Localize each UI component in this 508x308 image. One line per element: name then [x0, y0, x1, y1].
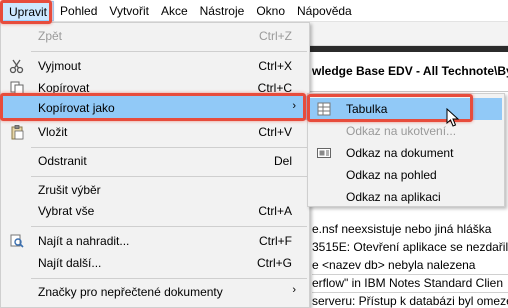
mouse-cursor-icon — [446, 107, 460, 128]
scissors-icon — [9, 58, 25, 74]
menu-pohled[interactable]: Pohled — [54, 1, 103, 21]
document-line[interactable]: erflow" in IBM Notes Standard Clien — [312, 276, 503, 290]
submenu-item-label: Odkaz na aplikaci — [346, 190, 441, 204]
menu-item-find-next[interactable]: Najít další... Ctrl+G — [2, 252, 308, 274]
menu-separator — [31, 278, 307, 279]
document-title: wledge Base EDV - All Technote\By — [312, 64, 508, 78]
menu-separator — [31, 147, 307, 148]
menu-akce[interactable]: Akce — [155, 1, 194, 21]
paste-icon — [9, 124, 25, 140]
submenu-item-doc-link[interactable]: Odkaz na dokument — [310, 142, 502, 164]
menu-item-copy-as[interactable]: Kopírovat jako › — [2, 96, 308, 120]
menu-item-shortcut: Ctrl+X — [258, 59, 292, 73]
submenu-item-table[interactable]: Tabulka — [310, 98, 502, 120]
menu-item-shortcut: Ctrl+F — [259, 234, 292, 248]
menu-item-label: Značky pro nepřečtené dokumenty — [38, 285, 223, 299]
document-line[interactable]: serveru: Přístup k databázi byl omezer — [312, 294, 508, 308]
menu-item-find-replace[interactable]: Najít a nahradit... Ctrl+F — [2, 230, 308, 252]
chevron-right-icon: › — [292, 100, 296, 112]
edit-menu: Zpět Ctrl+Z Vyjmout Ctrl+X Kopírovat Ctr… — [0, 22, 310, 308]
table-icon — [316, 101, 332, 117]
menu-item-shortcut: Ctrl+Z — [259, 29, 292, 43]
menu-nastroje[interactable]: Nástroje — [194, 1, 251, 21]
menu-item-label: Najít další... — [38, 256, 102, 270]
menu-item-label: Zrušit výběr — [38, 183, 101, 197]
menu-item-shortcut: Ctrl+A — [258, 204, 292, 218]
submenu-item-label: Odkaz na pohled — [346, 168, 437, 182]
menu-item-label: Zpět — [38, 29, 63, 43]
menu-item-unread-marks[interactable]: Značky pro nepřečtené dokumenty › — [2, 281, 308, 303]
menu-item-undo[interactable]: Zpět Ctrl+Z — [2, 25, 308, 47]
menu-separator — [31, 51, 307, 52]
submenu-item-view-link[interactable]: Odkaz na pohled — [310, 164, 502, 186]
document-line[interactable]: e <nazev db> nebyla nalezena — [312, 258, 475, 272]
submenu-item-app-link[interactable]: Odkaz na aplikaci — [310, 186, 502, 208]
submenu-item-label: Odkaz na ukotvení... — [346, 124, 457, 138]
menu-item-label: Vložit — [38, 125, 68, 139]
menu-item-shortcut: Ctrl+G — [256, 256, 292, 270]
menu-item-label: Najít a nahradit... — [38, 234, 130, 248]
menu-item-delete[interactable]: Odstranit Del — [2, 150, 308, 172]
menu-item-label: Odstranit — [38, 154, 87, 168]
copy-icon — [9, 80, 25, 96]
menu-item-label: Kopírovat jako — [38, 101, 115, 115]
menu-item-deselect[interactable]: Zrušit výběr — [2, 179, 308, 201]
menu-item-shortcut: Ctrl+C — [257, 81, 292, 95]
divider — [312, 292, 508, 293]
menu-item-cut[interactable]: Vyjmout Ctrl+X — [2, 55, 308, 77]
menu-separator — [31, 176, 307, 177]
document-line[interactable]: e.nsf neexsistuje nebo jiná hláška — [312, 222, 491, 236]
menu-item-paste[interactable]: Vložit Ctrl+V — [2, 121, 308, 143]
submenu-item-label: Tabulka — [346, 102, 388, 116]
submenu-item-label: Odkaz na dokument — [346, 146, 454, 160]
menu-napoveda[interactable]: Nápověda — [291, 1, 358, 21]
menu-item-label: Vybrat vše — [38, 204, 95, 218]
find-replace-icon — [9, 233, 25, 249]
menu-upravit[interactable]: Upravit — [2, 0, 55, 21]
copy-as-submenu: Tabulka Odkaz na ukotvení... Odkaz na do… — [307, 93, 505, 207]
menu-vytvorit[interactable]: Vytvořit — [103, 1, 155, 21]
menu-separator — [31, 226, 307, 227]
document-line[interactable]: 3515E: Otevření aplikace se nezdařil — [312, 240, 508, 254]
menu-item-label: Kopírovat — [38, 81, 90, 95]
menu-item-select-all[interactable]: Vybrat vše Ctrl+A — [2, 200, 308, 222]
doclink-icon — [316, 145, 332, 161]
menu-item-shortcut: Ctrl+V — [258, 125, 292, 139]
menu-item-shortcut: Del — [273, 154, 292, 168]
menu-item-label: Vyjmout — [38, 59, 81, 73]
menu-bar: Upravit Pohled Vytvořit Akce Nástroje Ok… — [0, 0, 508, 22]
chevron-right-icon: › — [292, 284, 296, 296]
submenu-item-anchor-link[interactable]: Odkaz na ukotvení... — [310, 120, 502, 142]
menu-okno[interactable]: Okno — [250, 1, 291, 21]
divider — [312, 274, 508, 275]
